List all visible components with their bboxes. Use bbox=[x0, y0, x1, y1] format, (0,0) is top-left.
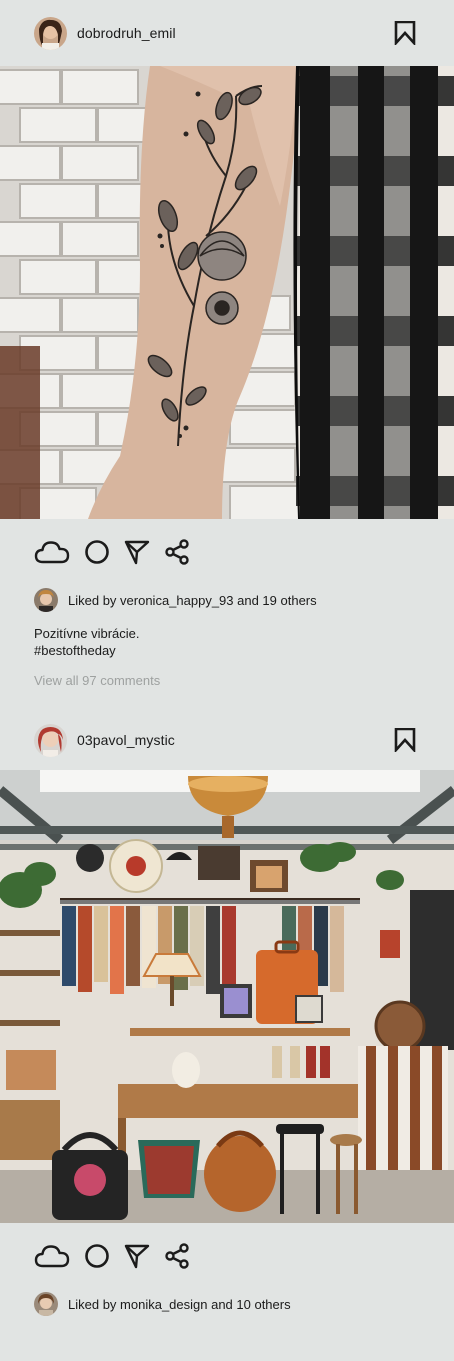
view-comments-link[interactable]: View all 97 comments bbox=[0, 673, 454, 688]
caption: Pozitívne vibrácie. #bestoftheday bbox=[0, 625, 454, 659]
likes-row: Liked by veronica_happy_93 and 19 others bbox=[0, 585, 454, 615]
bookmark-icon[interactable] bbox=[392, 20, 418, 46]
likes-text[interactable]: Liked by monika_design and 10 others bbox=[68, 1297, 291, 1312]
liker-avatar[interactable] bbox=[34, 1292, 58, 1316]
circle-icon[interactable] bbox=[84, 539, 110, 565]
post-header: dobrodruh_emil bbox=[0, 0, 454, 66]
post-1: dobrodruh_emil Liked by veronica_happy_9… bbox=[0, 0, 454, 688]
paper-plane-icon[interactable] bbox=[124, 1243, 150, 1269]
post-actions bbox=[0, 519, 454, 585]
likes-text[interactable]: Liked by veronica_happy_93 and 19 others bbox=[68, 593, 317, 608]
likes-row: Liked by monika_design and 10 others bbox=[0, 1289, 454, 1319]
caption-hashtag[interactable]: #bestoftheday bbox=[34, 642, 454, 659]
paper-plane-icon[interactable] bbox=[124, 539, 150, 565]
cloud-icon[interactable] bbox=[34, 1243, 70, 1269]
user-avatar[interactable] bbox=[34, 16, 67, 50]
post-photo[interactable] bbox=[0, 66, 454, 519]
post-username[interactable]: 03pavol_mystic bbox=[77, 732, 175, 748]
share-icon[interactable] bbox=[164, 1243, 190, 1269]
post-header: 03pavol_mystic bbox=[0, 710, 454, 770]
post-username[interactable]: dobrodruh_emil bbox=[77, 25, 176, 41]
caption-text: Pozitívne vibrácie. bbox=[34, 626, 140, 641]
circle-icon[interactable] bbox=[84, 1243, 110, 1269]
share-icon[interactable] bbox=[164, 539, 190, 565]
bookmark-icon[interactable] bbox=[392, 727, 418, 753]
post-photo[interactable] bbox=[0, 770, 454, 1223]
user-avatar[interactable] bbox=[34, 723, 67, 757]
cloud-icon[interactable] bbox=[34, 539, 70, 565]
liker-avatar[interactable] bbox=[34, 588, 58, 612]
post-2: 03pavol_mystic Liked by monika_design an… bbox=[0, 710, 454, 1319]
post-actions bbox=[0, 1223, 454, 1289]
